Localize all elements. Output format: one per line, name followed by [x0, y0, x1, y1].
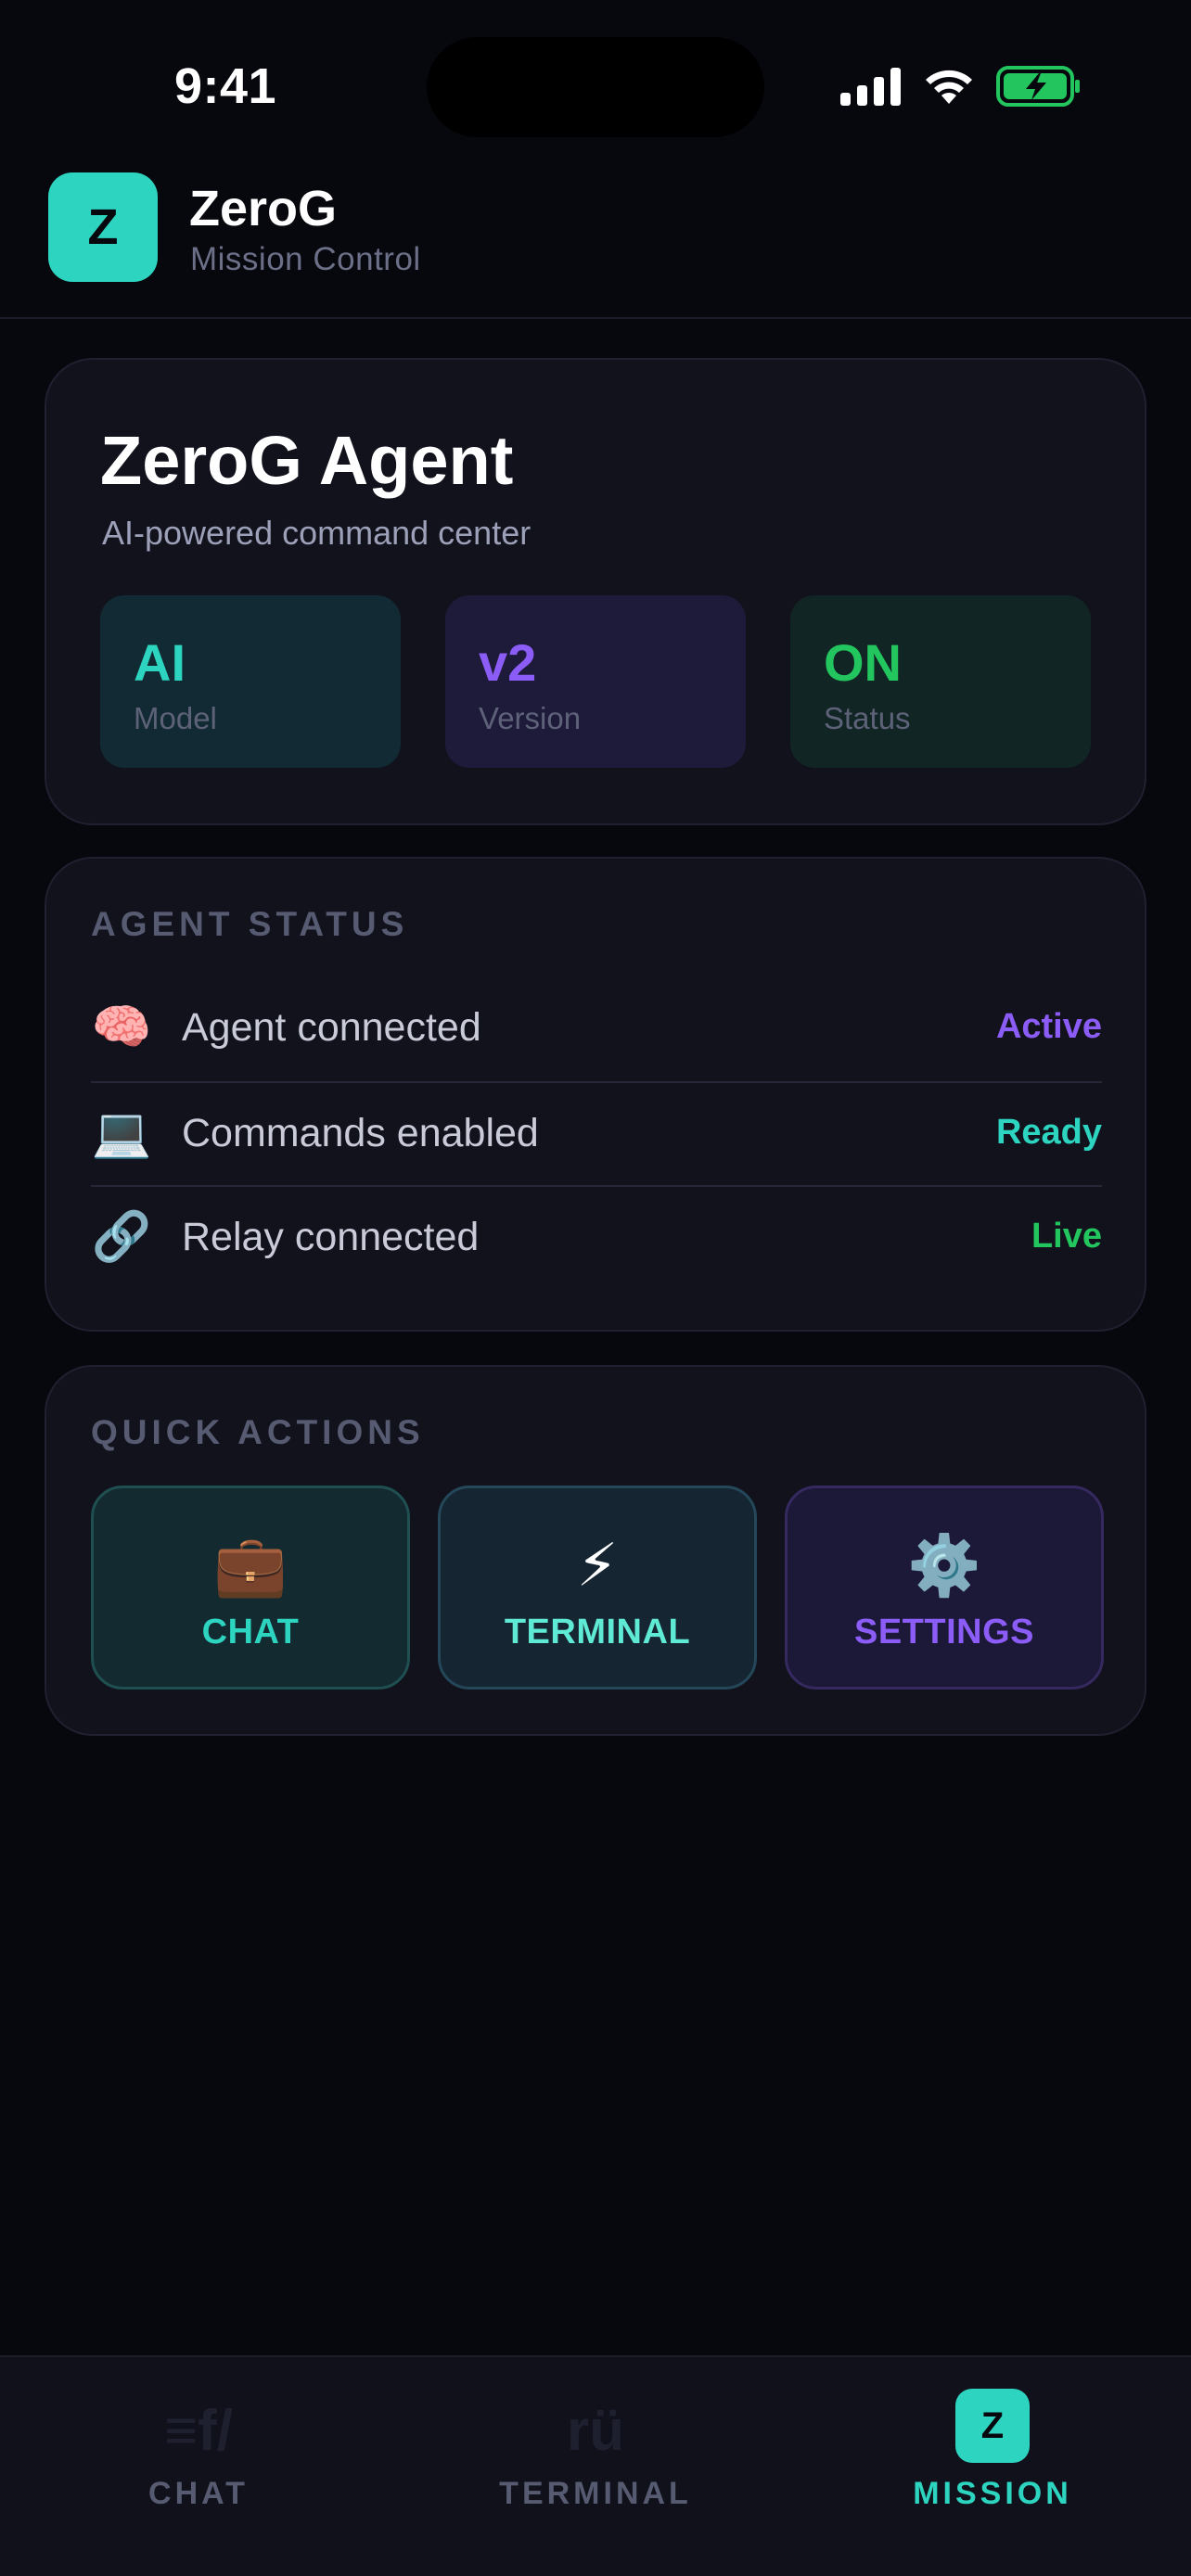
- app-subtitle: Mission Control: [190, 241, 421, 277]
- stat-version: v2 Version: [445, 595, 746, 768]
- stat-value: v2: [479, 633, 537, 692]
- stat-status: ON Status: [790, 595, 1091, 768]
- status-bar: 9:41: [0, 0, 1191, 167]
- button-label: SETTINGS: [853, 1613, 1035, 1651]
- agent-hero-card: ZeroG Agent AI-powered command center AI…: [45, 358, 1146, 825]
- terminal-tab-icon: rü: [567, 2399, 624, 2463]
- app-logo: Z: [48, 172, 158, 282]
- tab-mission[interactable]: Z MISSION: [794, 2357, 1191, 2576]
- tab-label: TERMINAL: [499, 2476, 692, 2511]
- bottom-tab-bar: ≡f/ CHAT rü TERMINAL Z MISSION: [0, 2355, 1191, 2576]
- stat-value: ON: [824, 633, 902, 692]
- hero-subtitle: AI-powered command center: [102, 514, 531, 552]
- status-row-value: Live: [1031, 1217, 1102, 1256]
- status-row-label: Agent connected: [182, 1005, 481, 1050]
- laptop-icon: 💻: [91, 1106, 152, 1160]
- app-name: ZeroG: [189, 181, 338, 236]
- terminal-action-button[interactable]: ⚡ TERMINAL: [438, 1486, 757, 1690]
- tab-terminal[interactable]: rü TERMINAL: [397, 2357, 794, 2576]
- battery-charging-icon: [996, 66, 1080, 107]
- chat-action-button[interactable]: 💼 CHAT: [91, 1486, 410, 1690]
- briefcase-icon: 💼: [213, 1532, 288, 1599]
- tab-chat[interactable]: ≡f/ CHAT: [0, 2357, 397, 2576]
- status-row-commands: 💻 Commands enabled Ready: [91, 1079, 1102, 1183]
- status-row-value: Active: [995, 1007, 1102, 1046]
- mission-tab-icon: Z: [955, 2389, 1030, 2463]
- section-title: AGENT STATUS: [91, 905, 409, 943]
- cellular-signal-icon: [840, 68, 901, 106]
- stat-model: AI Model: [100, 595, 401, 768]
- chat-tab-icon: ≡f/: [163, 2399, 234, 2463]
- status-row-relay: 🔗 Relay connected Live: [91, 1183, 1102, 1287]
- stat-label: Version: [479, 701, 582, 735]
- wifi-icon: [926, 70, 972, 104]
- hero-title: ZeroG Agent: [100, 422, 514, 499]
- app-header: Z ZeroG Mission Control: [0, 167, 1191, 319]
- section-title: QUICK ACTIONS: [91, 1413, 425, 1451]
- button-label: TERMINAL: [504, 1613, 691, 1651]
- status-row-value: Ready: [995, 1113, 1102, 1152]
- clock: 9:41: [174, 58, 277, 114]
- stat-label: Status: [824, 701, 911, 735]
- settings-action-button[interactable]: ⚙️ SETTINGS: [785, 1486, 1104, 1690]
- agent-status-card: AGENT STATUS 🧠 Agent connected Active 💻 …: [45, 857, 1146, 1332]
- button-label: CHAT: [201, 1613, 300, 1651]
- link-icon: 🔗: [91, 1210, 152, 1264]
- status-icons: [840, 65, 1082, 108]
- dynamic-island: [427, 37, 764, 137]
- brain-icon: 🧠: [91, 1001, 152, 1054]
- tab-label: MISSION: [913, 2476, 1072, 2511]
- status-row-agent: 🧠 Agent connected Active: [91, 974, 1102, 1078]
- status-row-label: Commands enabled: [182, 1111, 539, 1155]
- tab-label: CHAT: [148, 2476, 249, 2511]
- lightning-icon: ⚡: [576, 1532, 619, 1599]
- quick-actions-card: QUICK ACTIONS 💼 CHAT ⚡ TERMINAL ⚙️ SETTI…: [45, 1365, 1146, 1736]
- stat-label: Model: [134, 701, 217, 735]
- status-row-label: Relay connected: [182, 1215, 480, 1259]
- gear-icon: ⚙️: [907, 1532, 981, 1599]
- stat-value: AI: [134, 633, 186, 692]
